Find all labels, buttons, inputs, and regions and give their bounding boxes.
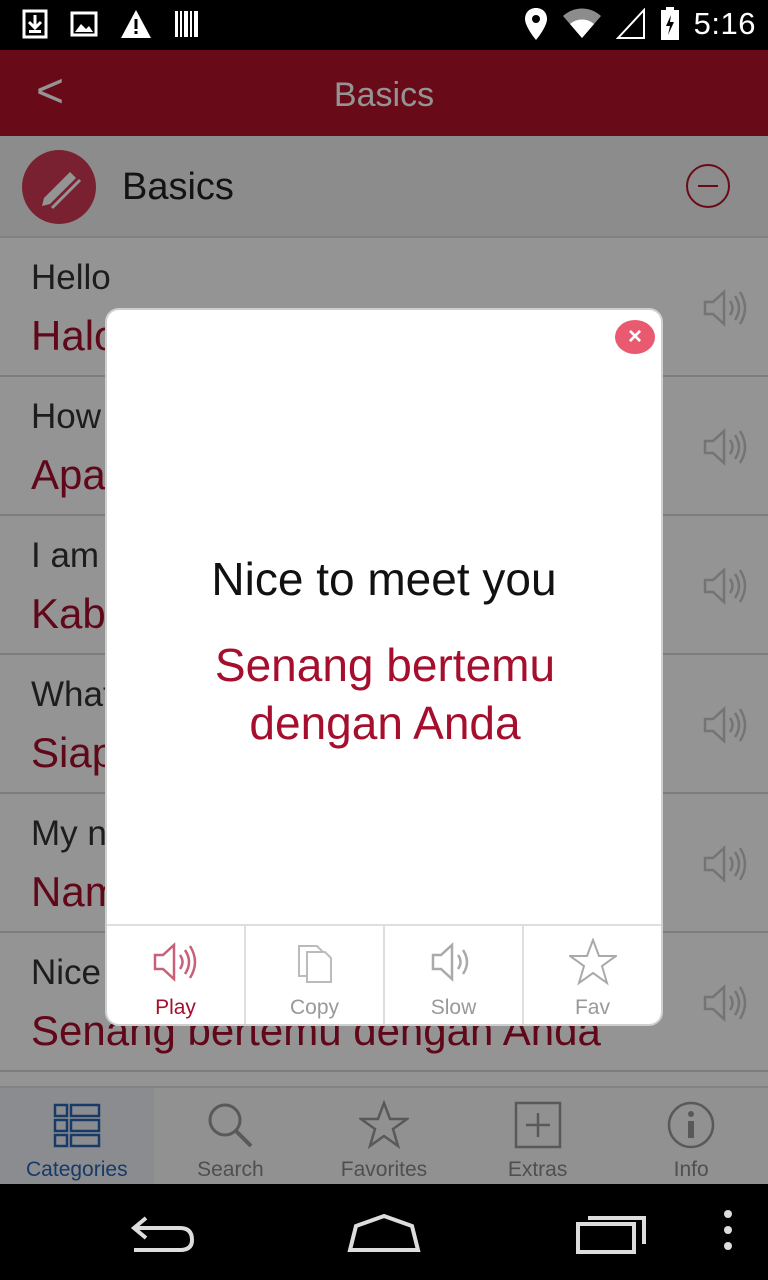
slow-button[interactable]: Slow — [385, 926, 524, 1024]
action-label: Fav — [574, 996, 610, 1019]
wifi-icon — [562, 8, 601, 38]
star-icon — [568, 938, 617, 986]
action-label: Play — [155, 996, 196, 1019]
clock: 5:16 — [693, 6, 756, 41]
battery-icon — [660, 7, 679, 40]
menu-dots-icon[interactable] — [700, 1204, 756, 1260]
copy-button[interactable]: Copy — [246, 926, 385, 1024]
speaker-icon — [153, 942, 196, 982]
warning-icon — [121, 10, 151, 38]
copy-icon — [297, 945, 332, 983]
back-icon[interactable] — [120, 1204, 200, 1260]
system-nav-bar — [0, 1184, 768, 1280]
signal-icon — [615, 8, 645, 39]
download-icon — [22, 9, 48, 39]
close-icon[interactable]: × — [615, 320, 655, 354]
dialog-actions: Play Copy Slow Fav — [107, 924, 661, 1024]
speaker-slow-icon — [431, 942, 468, 982]
dialog-english-text: Nice to meet you — [211, 553, 557, 605]
barcode-icon — [175, 11, 198, 37]
image-icon — [70, 11, 98, 37]
recents-icon[interactable] — [570, 1204, 650, 1260]
play-button[interactable]: Play — [107, 926, 246, 1024]
phrase-dialog: × Nice to meet you Senang bertemu dengan… — [105, 308, 663, 1026]
status-bar: 5:16 — [0, 0, 768, 50]
action-label: Copy — [289, 996, 340, 1019]
location-icon — [524, 8, 547, 40]
dialog-translation-text: Senang bertemu dengan Anda — [214, 639, 556, 749]
action-label: Slow — [430, 996, 477, 1019]
home-icon[interactable] — [344, 1204, 424, 1260]
fav-button[interactable]: Fav — [524, 926, 661, 1024]
app-screen: < Basics Basics Hello Halo How are you? … — [0, 50, 768, 1184]
